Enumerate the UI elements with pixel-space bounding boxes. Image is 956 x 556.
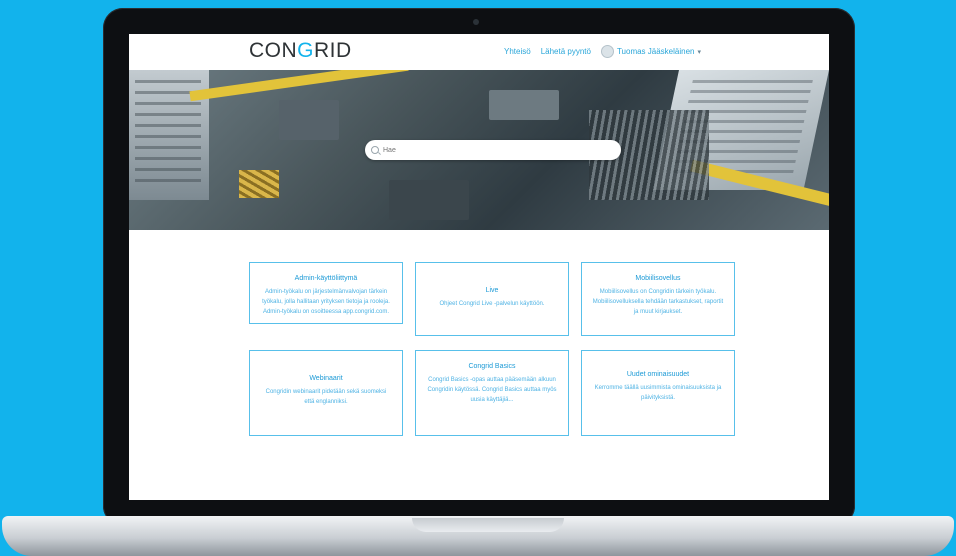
nav-home-link[interactable]: Yhteisö (504, 47, 531, 56)
hero-lumber (239, 170, 279, 198)
congrid-logo[interactable]: CONGRID (249, 39, 352, 63)
card-description: Ohjeet Congrid Live -palvelun käyttöön. (439, 301, 545, 307)
search-input[interactable] (383, 146, 603, 154)
card-description: Mobiilisovellus on Congridin tärkein työ… (592, 289, 724, 315)
site-header: CONGRID Yhteisö Lähetä pyyntö Tuomas Jää… (129, 34, 829, 70)
user-menu[interactable]: Tuomas Jääskeläinen ▾ (600, 45, 701, 58)
hero-debris (489, 90, 559, 120)
top-nav: Yhteisö Lähetä pyyntö Tuomas Jääskeläine… (504, 45, 701, 58)
logo-text-right: RID (314, 39, 352, 62)
avatar-icon (600, 45, 614, 58)
search-bar (365, 140, 621, 160)
laptop-notch (412, 518, 564, 532)
card-live[interactable]: Live Ohjeet Congrid Live -palvelun käytt… (415, 262, 569, 336)
card-description: Congridin webinaarit pidetään sekä suome… (265, 389, 387, 405)
logo-text-left: CON (249, 39, 298, 62)
card-description: Congrid Basics -opas auttaa pääsemään al… (427, 377, 557, 403)
laptop-lid: CONGRID Yhteisö Lähetä pyyntö Tuomas Jää… (103, 8, 855, 526)
card-title: Congrid Basics (468, 363, 516, 370)
card-title: Uudet ominaisuudet (626, 371, 690, 378)
hero-crane-top (189, 70, 409, 102)
hero-debris (389, 180, 469, 220)
camera-icon (473, 19, 479, 25)
hero-banner (129, 70, 829, 230)
hero-debris (279, 100, 339, 140)
card-title: Live (485, 287, 499, 294)
card-description: Admin-työkalu on järjestelmänvalvojan tä… (262, 289, 390, 315)
nav-submit-request-link[interactable]: Lähetä pyyntö (541, 47, 591, 56)
laptop-screen: CONGRID Yhteisö Lähetä pyyntö Tuomas Jää… (129, 34, 829, 500)
search-icon (371, 146, 379, 154)
card-title: Mobiilisovellus (635, 275, 681, 282)
user-name: Tuomas Jääskeläinen (616, 47, 695, 56)
card-admin[interactable]: Admin-käyttöliittymä Admin-työkalu on jä… (249, 262, 403, 324)
card-description: Kerromme täällä uusimmista ominaisuuksis… (594, 385, 722, 401)
card-mobile-app[interactable]: Mobiilisovellus Mobiilisovellus on Congr… (581, 262, 735, 336)
card-new-features[interactable]: Uudet ominaisuudet Kerromme täällä uusim… (581, 350, 735, 436)
chevron-down-icon: ▾ (697, 48, 701, 56)
card-congrid-basics[interactable]: Congrid Basics Congrid Basics -opas autt… (415, 350, 569, 436)
card-title: Admin-käyttöliittymä (294, 275, 358, 282)
card-webinars[interactable]: Webinaarit Congridin webinaarit pidetään… (249, 350, 403, 436)
logo-mark-icon: G (297, 39, 315, 62)
card-title: Webinaarit (309, 375, 343, 382)
